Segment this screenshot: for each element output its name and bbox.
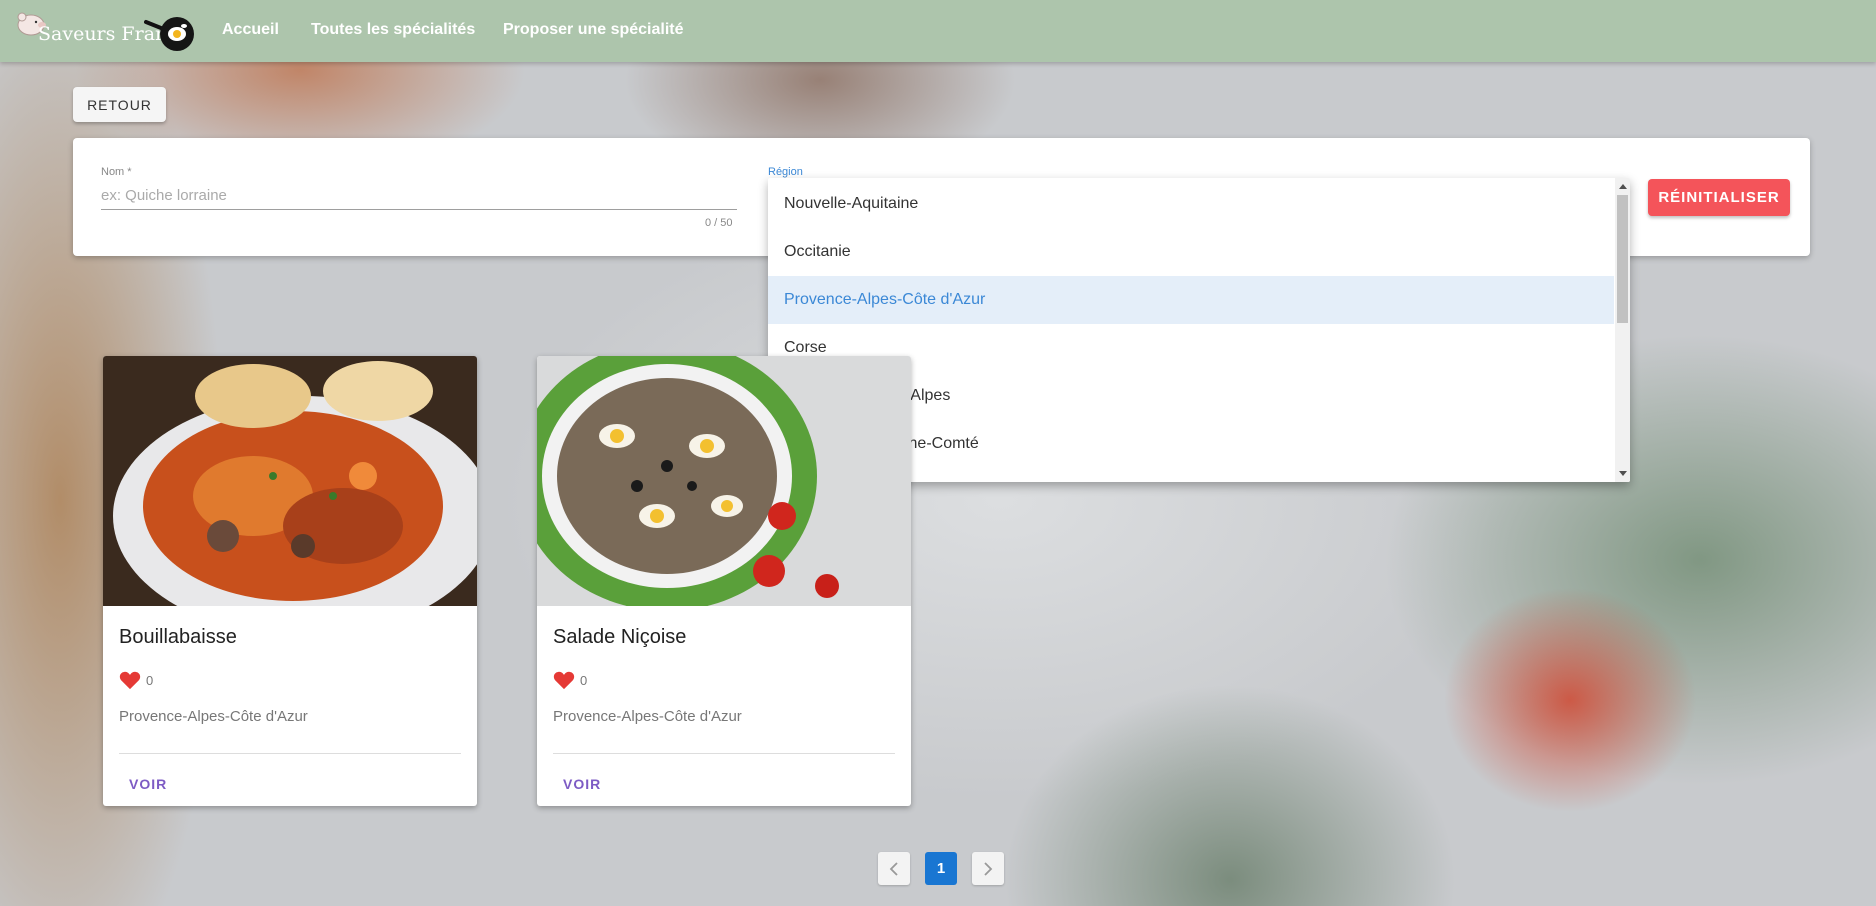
voir-button[interactable]: VOIR <box>119 768 177 800</box>
card-region: Provence-Alpes-Côte d'Azur <box>119 708 308 725</box>
back-button[interactable]: RETOUR <box>73 87 166 122</box>
like-count: 0 <box>580 673 588 688</box>
like-count: 0 <box>146 673 154 688</box>
card-divider <box>553 753 895 754</box>
chevron-right-icon <box>984 861 993 876</box>
bouillabaisse-photo <box>103 356 477 606</box>
card-region: Provence-Alpes-Côte d'Azur <box>553 708 742 725</box>
region-field-label: Région <box>768 166 803 178</box>
top-navbar: Saveurs France Accueil Toutes les spécia… <box>0 0 1876 62</box>
heart-icon[interactable] <box>553 670 575 690</box>
next-page-button[interactable] <box>972 852 1004 885</box>
chevron-left-icon <box>889 861 898 876</box>
card-title: Bouillabaisse <box>119 626 237 648</box>
reset-button[interactable]: RÉINITIALISER <box>1648 179 1790 216</box>
voir-button[interactable]: VOIR <box>553 768 611 800</box>
site-logo[interactable]: Saveurs France <box>12 6 194 52</box>
card-divider <box>119 753 461 754</box>
scroll-up-arrow-icon[interactable] <box>1619 184 1627 189</box>
name-char-counter: 0 / 50 <box>705 217 733 229</box>
nav-proposer-specialite[interactable]: Proposer une spécialité <box>503 21 684 39</box>
heart-icon[interactable] <box>119 670 141 690</box>
specialty-card: Bouillabaisse 0 Provence-Alpes-Côte d'Az… <box>103 356 477 806</box>
specialty-card: Salade Niçoise 0 Provence-Alpes-Côte d'A… <box>537 356 911 806</box>
nav-toutes-specialites[interactable]: Toutes les spécialités <box>311 21 475 39</box>
card-title: Salade Niçoise <box>553 626 687 648</box>
region-option[interactable]: Nouvelle-Aquitaine <box>768 180 1614 228</box>
region-option[interactable]: Occitanie <box>768 228 1614 276</box>
region-option-selected[interactable]: Provence-Alpes-Côte d'Azur <box>768 276 1614 324</box>
frying-pan-icon <box>144 17 194 51</box>
current-page-button[interactable]: 1 <box>925 852 957 885</box>
previous-page-button[interactable] <box>878 852 910 885</box>
name-field-label: Nom * <box>101 166 132 178</box>
name-input[interactable] <box>101 182 737 210</box>
dropdown-scrollbar[interactable] <box>1615 178 1630 482</box>
salade-nicoise-photo <box>537 356 911 606</box>
scrollbar-thumb[interactable] <box>1617 195 1628 323</box>
nav-accueil[interactable]: Accueil <box>222 21 279 39</box>
scroll-down-arrow-icon[interactable] <box>1619 471 1627 476</box>
